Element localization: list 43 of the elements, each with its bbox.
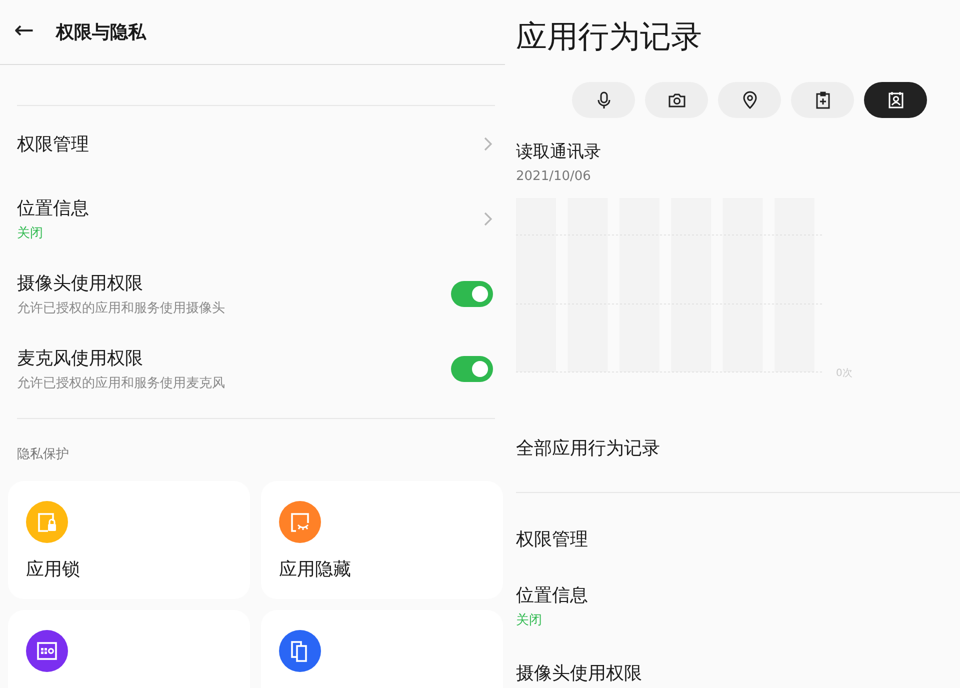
feature-card[interactable]: 应用隐藏 — [261, 481, 503, 599]
settings-row[interactable]: 位置信息 关闭 — [516, 583, 960, 629]
toggle-switch[interactable] — [451, 280, 493, 306]
page-title: 应用行为记录 — [516, 18, 702, 57]
filter-tab[interactable] — [645, 82, 708, 118]
settings-row[interactable]: 权限管理 — [0, 106, 505, 181]
status-text: 关闭 — [516, 612, 542, 629]
settings-row[interactable]: 位置信息 关闭 — [0, 181, 505, 256]
record-title: 读取通讯录 — [516, 141, 601, 163]
settings-row[interactable]: 权限管理 — [516, 527, 960, 551]
location-pin-icon — [740, 91, 758, 109]
chevron-icon — [483, 210, 493, 226]
camera-icon — [668, 91, 686, 109]
record-date: 2021/10/06 — [516, 169, 591, 184]
row-subtitle: 允许已授权的应用和服务使用麦克风 — [17, 374, 225, 392]
row-title: 摄像头使用权限 — [17, 272, 144, 294]
card-label: 应用隐藏 — [279, 558, 351, 581]
row-title: 位置信息 — [516, 584, 588, 607]
filter-tab[interactable] — [864, 82, 927, 118]
section-header: 隐私保护 — [16, 446, 70, 464]
status-text: 关闭 — [17, 224, 44, 242]
filter-tab[interactable] — [718, 82, 781, 118]
row-title: 麦克风使用权限 — [17, 346, 144, 370]
chevron-icon — [483, 136, 493, 152]
filter-tab[interactable] — [572, 82, 635, 118]
page-title: 权限与隐私 — [56, 21, 146, 44]
settings-row[interactable]: 全部应用行为记录 — [516, 436, 960, 460]
feature-card[interactable]: 应用锁 — [8, 481, 250, 599]
row-subtitle: 允许已授权的应用和服务使用摄像头 — [17, 300, 225, 316]
toggle-switch[interactable] — [451, 356, 493, 382]
row-title: 权限管理 — [516, 528, 588, 551]
row-title: 权限管理 — [17, 132, 89, 156]
row-title: 摄像头使用权限 — [516, 662, 642, 685]
settings-row[interactable]: 摄像头使用权限 — [516, 661, 960, 685]
filter-tab[interactable] — [791, 82, 854, 118]
back-button[interactable]: ← — [0, 16, 56, 48]
card-label: 应用锁 — [26, 558, 80, 581]
contact-card-icon — [886, 91, 904, 109]
row-title: 位置信息 — [17, 196, 89, 220]
settings-row[interactable]: 摄像头使用权限 允许已授权的应用和服务使用摄像头 — [0, 256, 505, 331]
row-title: 全部应用行为记录 — [516, 437, 660, 460]
settings-row[interactable]: 麦克风使用权限 允许已授权的应用和服务使用麦克风 — [0, 331, 505, 406]
clipboard-icon — [814, 91, 832, 109]
